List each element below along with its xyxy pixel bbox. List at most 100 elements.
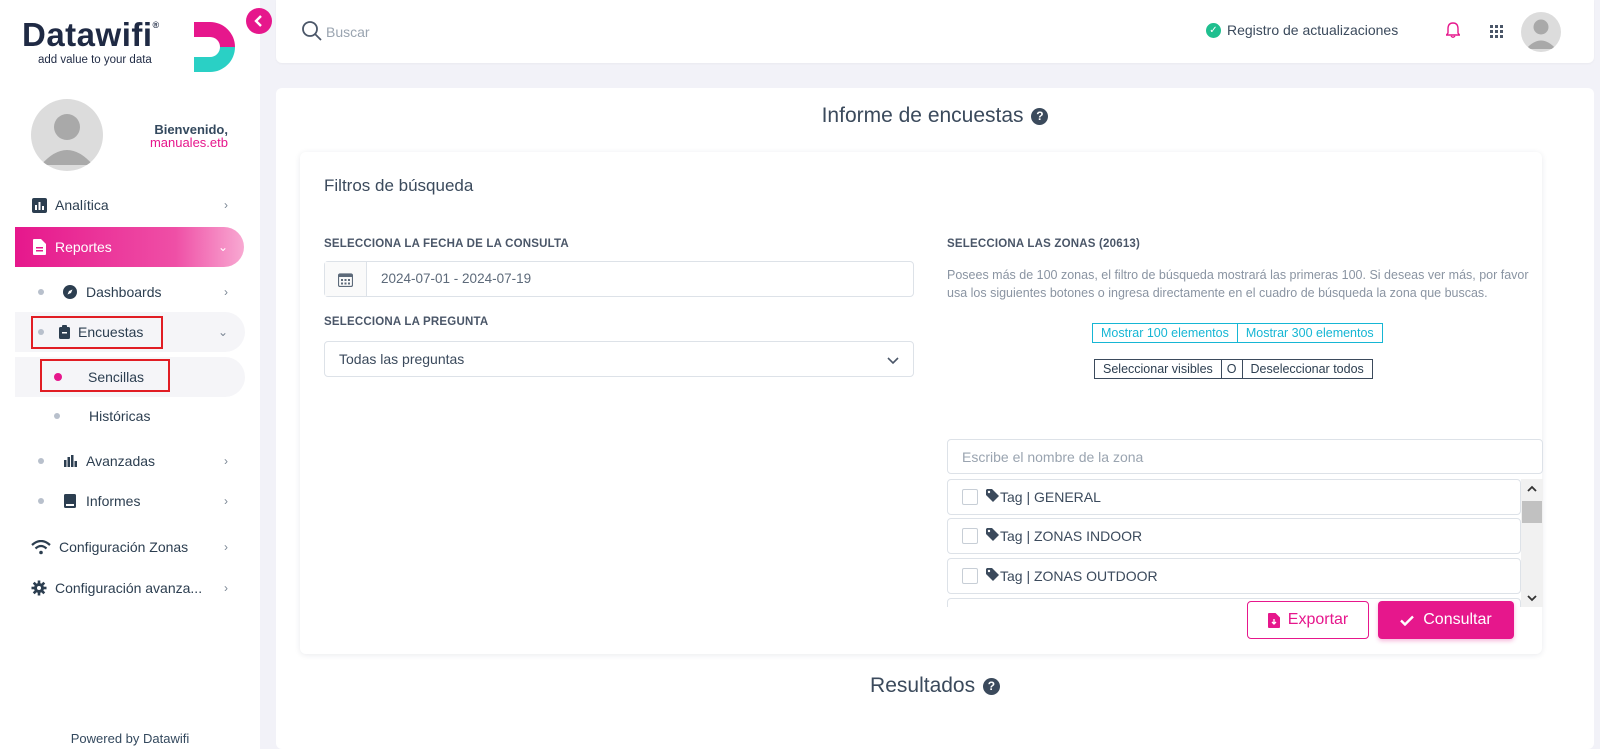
powered-by: Powered by Datawifi <box>70 731 190 746</box>
highlight-box-sencillas <box>40 359 170 392</box>
zone-item-label: Tag | ZONAS OUTDOOR <box>1000 568 1158 584</box>
calendar-icon <box>325 262 367 296</box>
question-select[interactable]: Todas las preguntas <box>324 341 914 377</box>
datawifi-logo: Datawifi® add value to your data <box>22 14 242 78</box>
apps-grid-icon[interactable] <box>1490 25 1503 38</box>
chevron-right-icon: › <box>224 581 228 595</box>
updates-log-link[interactable]: ✓ Registro de actualizaciones <box>1206 22 1398 38</box>
zone-search-input[interactable] <box>947 439 1543 474</box>
question-select-value: Todas las preguntas <box>339 351 465 367</box>
page-title-text: Informe de encuestas <box>821 104 1024 127</box>
file-icon <box>31 239 47 255</box>
logo-tagline: add value to your data <box>38 54 152 66</box>
chevron-down-icon <box>887 343 899 377</box>
help-icon[interactable]: ? <box>1031 107 1049 125</box>
zone-checkbox[interactable] <box>962 568 978 584</box>
show-300-button[interactable]: Mostrar 300 elementos <box>1237 323 1383 343</box>
sidebar-item-label: Informes <box>86 493 141 509</box>
sidebar-item-historicas[interactable]: Históricas <box>0 398 244 434</box>
export-button-label: Exportar <box>1287 611 1349 628</box>
logo-registered: ® <box>152 20 160 30</box>
compass-icon <box>62 284 78 300</box>
user-avatar <box>31 99 103 171</box>
zone-item-label: Tag | ZONAS INDOOR <box>1000 528 1143 544</box>
sidebar-item-configuracion-zonas[interactable]: Configuración Zonas › <box>0 529 244 565</box>
sidebar-item-label: Configuración avanza... <box>55 580 203 596</box>
bullet-dot <box>38 289 44 295</box>
chevron-right-icon: › <box>224 198 228 212</box>
help-icon[interactable]: ? <box>982 677 1000 695</box>
scroll-down-icon[interactable] <box>1521 589 1543 607</box>
sidebar-item-label: Avanzadas <box>86 453 156 469</box>
date-range-field[interactable]: 2024-07-01 - 2024-07-19 <box>324 261 914 297</box>
select-visible-button[interactable]: Seleccionar visibles <box>1094 359 1222 379</box>
sidebar-item-configuracion-avanzada[interactable]: Configuración avanza... › <box>0 570 244 606</box>
page-title: Informe de encuestas ? <box>276 104 1594 128</box>
date-label: SELECCIONA LA FECHA DE LA CONSULTA <box>324 238 569 250</box>
chevron-right-icon: › <box>224 540 228 554</box>
chevron-right-icon: › <box>224 494 228 508</box>
results-title-text: Resultados <box>870 674 976 697</box>
zone-list-scrollbar[interactable] <box>1521 479 1543 607</box>
check-icon <box>1400 615 1415 626</box>
filters-card: Filtros de búsqueda SELECCIONA LA FECHA … <box>300 152 1543 654</box>
chevron-down-icon: ⌄ <box>217 325 228 339</box>
zones-description: Posees más de 100 zonas, el filtro de bú… <box>947 268 1529 300</box>
sidebar-item-reportes[interactable]: Reportes ⌄ <box>15 227 244 267</box>
consult-button-label: Consultar <box>1423 611 1492 628</box>
scroll-up-icon[interactable] <box>1521 479 1543 497</box>
bar-chart-icon <box>62 453 78 469</box>
chevron-right-icon: › <box>224 454 228 468</box>
updates-log-label: Registro de actualizaciones <box>1227 22 1399 38</box>
export-button[interactable]: Exportar <box>1247 601 1369 639</box>
zones-label: SELECCIONA LAS ZONAS (20613) <box>947 238 1141 250</box>
zone-item[interactable]: Tag | ZONAS OUTDOOR <box>947 558 1521 594</box>
sidebar-item-informes[interactable]: Informes › <box>0 483 244 519</box>
logo-name: Datawifi <box>22 16 153 53</box>
date-range-value: 2024-07-01 - 2024-07-19 <box>381 271 532 286</box>
collapse-sidebar-button[interactable] <box>246 8 272 34</box>
user-menu-avatar[interactable] <box>1521 12 1561 52</box>
search-icon <box>302 21 322 41</box>
sidebar-item-avanzadas[interactable]: Avanzadas › <box>0 443 244 479</box>
bullet-dot <box>38 498 44 504</box>
tag-icon <box>986 568 1000 584</box>
sidebar-item-label: Configuración Zonas <box>59 539 189 555</box>
zone-item-label: Tag | GENERAL <box>1000 489 1101 505</box>
or-separator: O <box>1221 359 1242 379</box>
logo-mark-icon <box>194 22 235 72</box>
username: manuales.etb <box>149 135 228 150</box>
main-content: Informe de encuestas ? Filtros de búsque… <box>276 88 1594 749</box>
wifi-icon <box>31 539 51 555</box>
zone-item[interactable]: Tag | ZONAS INDOOR <box>947 518 1521 554</box>
show-100-button[interactable]: Mostrar 100 elementos <box>1092 323 1238 343</box>
sidebar-item-label: Reportes <box>55 239 112 255</box>
zone-list: Tag | GENERAL Tag | ZONAS INDOOR Tag | Z… <box>947 479 1543 607</box>
scrollbar-thumb[interactable] <box>1522 501 1542 523</box>
sidebar-item-label: Analítica <box>55 197 109 213</box>
bullet-dot <box>38 458 44 464</box>
question-label: SELECCIONA LA PREGUNTA <box>324 316 489 328</box>
bell-icon[interactable] <box>1446 22 1460 38</box>
tag-icon <box>986 528 1000 544</box>
book-icon <box>62 493 78 509</box>
sidebar-item-analitica[interactable]: Analítica › <box>0 187 244 223</box>
gear-icon <box>31 580 47 596</box>
consult-button[interactable]: Consultar <box>1378 601 1514 639</box>
search-input[interactable] <box>326 20 626 44</box>
deselect-all-button[interactable]: Deseleccionar todos <box>1241 359 1373 379</box>
bullet-dot <box>54 413 60 419</box>
show-elements-group: Mostrar 100 elementos Mostrar 300 elemen… <box>1092 323 1383 343</box>
chevron-right-icon: › <box>224 285 228 299</box>
filters-title: Filtros de búsqueda <box>324 176 474 195</box>
zone-item[interactable]: Tag | GENERAL <box>947 479 1521 515</box>
zone-checkbox[interactable] <box>962 528 978 544</box>
sidebar-item-label: Dashboards <box>86 284 162 300</box>
sidebar-item-dashboards[interactable]: Dashboards › <box>0 274 244 310</box>
chart-bar-icon <box>31 197 47 213</box>
sidebar: Datawifi® add value to your data Bienven… <box>0 0 260 749</box>
zone-checkbox[interactable] <box>962 489 978 505</box>
sidebar-item-label: Históricas <box>89 408 151 424</box>
results-title: Resultados ? <box>276 674 1594 698</box>
chevron-left-icon <box>254 15 262 27</box>
